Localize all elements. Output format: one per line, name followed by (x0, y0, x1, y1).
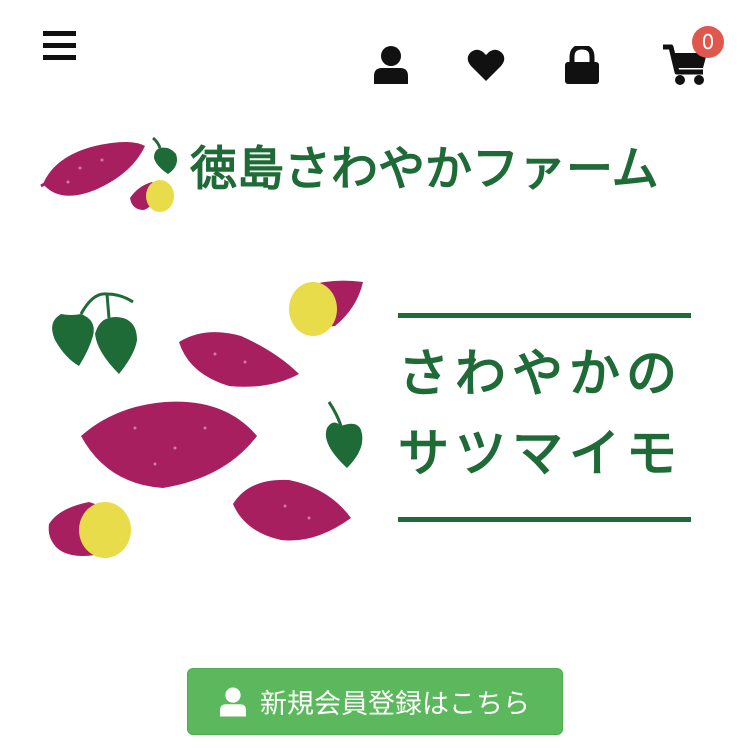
brand-title[interactable]: 徳島さわやかファーム (190, 140, 659, 200)
lock-icon[interactable] (565, 46, 599, 84)
hamburger-menu-icon[interactable] (43, 31, 76, 61)
sweet-potato-logo-large (40, 142, 145, 196)
leaf-logo (152, 136, 177, 174)
sweet-potato-middle (179, 332, 299, 387)
register-button[interactable]: 新規会員登録はこちら (187, 668, 563, 735)
user-icon (220, 686, 246, 717)
cart-count-badge: 0 (692, 26, 724, 58)
hero-top-rule (398, 313, 691, 318)
leaf-pair-illustration (52, 292, 137, 374)
brand-logo-illustration (40, 134, 185, 220)
sweet-potato-bottom-right (233, 479, 351, 541)
leaf-single-illustration (325, 401, 363, 468)
hero-illustration (45, 278, 370, 572)
cut-sweet-potato-bottom-left (48, 502, 131, 558)
user-icon[interactable] (374, 46, 408, 84)
cut-sweet-potato-top (289, 280, 363, 336)
hero-heading-line2: サツマイモ (398, 425, 684, 484)
hero-bottom-rule (398, 517, 691, 522)
sweet-potato-large (81, 401, 257, 488)
hero-heading-line1: さわやかの (398, 345, 684, 404)
heart-icon[interactable] (467, 48, 505, 82)
register-button-label: 新規会員登録はこちら (260, 689, 530, 720)
cut-sweet-potato-logo (130, 180, 174, 212)
